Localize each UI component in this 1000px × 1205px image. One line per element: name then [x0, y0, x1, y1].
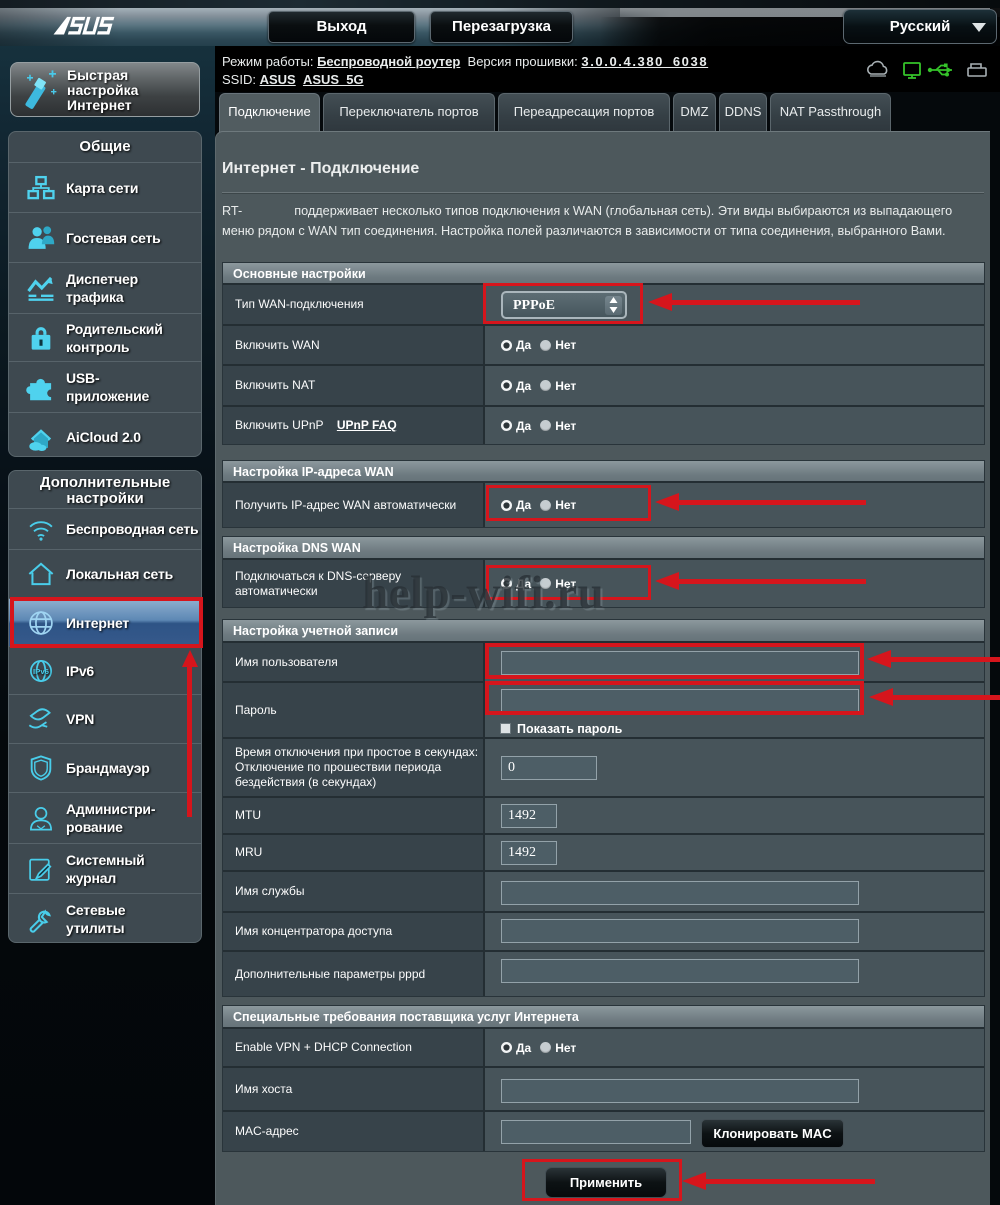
svg-text:IPv6: IPv6 [33, 667, 50, 676]
